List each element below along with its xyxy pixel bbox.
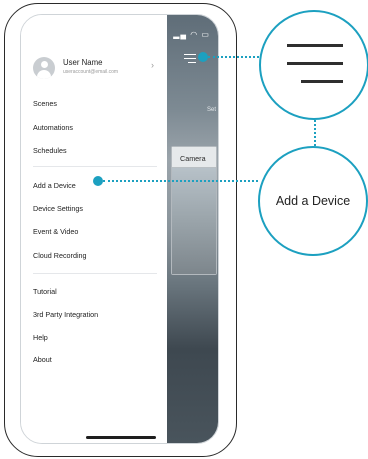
divider — [33, 166, 157, 167]
user-name[interactable]: User Name — [63, 58, 102, 67]
menu-item-third-party-integration[interactable]: 3rd Party Integration — [33, 310, 98, 319]
menu-item-schedules[interactable]: Schedules — [33, 146, 67, 155]
callout-line-add-device — [103, 180, 258, 182]
menu-item-event-video[interactable]: Event & Video — [33, 227, 78, 236]
menu-item-about[interactable]: About — [33, 355, 52, 364]
status-bar-icons: ▂▄ ◠ ▭ — [173, 30, 210, 39]
camera-card-header: Camera — [172, 147, 216, 168]
hamburger-callout-bubble — [259, 10, 368, 120]
home-indicator — [86, 436, 156, 439]
callout-dot-hamburger — [198, 52, 208, 62]
avatar[interactable] — [33, 57, 55, 79]
menu-item-cloud-recording[interactable]: Cloud Recording — [33, 251, 87, 260]
add-device-callout-label: Add a Device — [275, 194, 351, 208]
side-drawer: User Name useraccount@email.com › Scenes… — [21, 15, 167, 443]
menu-item-help[interactable]: Help — [33, 333, 48, 342]
phone-screen: ▂▄ ◠ ▭ Set Camera User Name useraccount@… — [20, 14, 219, 444]
background-app: ▂▄ ◠ ▭ Set Camera — [164, 15, 218, 443]
menu-item-scenes[interactable]: Scenes — [33, 99, 57, 108]
menu-item-device-settings[interactable]: Device Settings — [33, 204, 83, 213]
hamburger-menu-icon[interactable] — [184, 54, 196, 63]
camera-preview — [172, 168, 216, 274]
callout-line-hamburger — [208, 56, 259, 58]
add-device-callout-bubble: Add a Device — [258, 146, 368, 256]
background-set-label: Set — [206, 107, 216, 113]
menu-item-add-device[interactable]: Add a Device — [33, 181, 76, 190]
callout-connector — [314, 120, 316, 146]
chevron-right-icon[interactable]: › — [151, 60, 154, 70]
menu-item-automations[interactable]: Automations — [33, 123, 73, 132]
camera-card[interactable]: Camera — [171, 146, 217, 275]
camera-card-title: Camera — [180, 154, 206, 163]
divider — [33, 273, 157, 274]
user-email: useraccount@email.com — [63, 69, 119, 75]
menu-item-tutorial[interactable]: Tutorial — [33, 287, 57, 296]
callout-dot-add-device — [93, 176, 103, 186]
